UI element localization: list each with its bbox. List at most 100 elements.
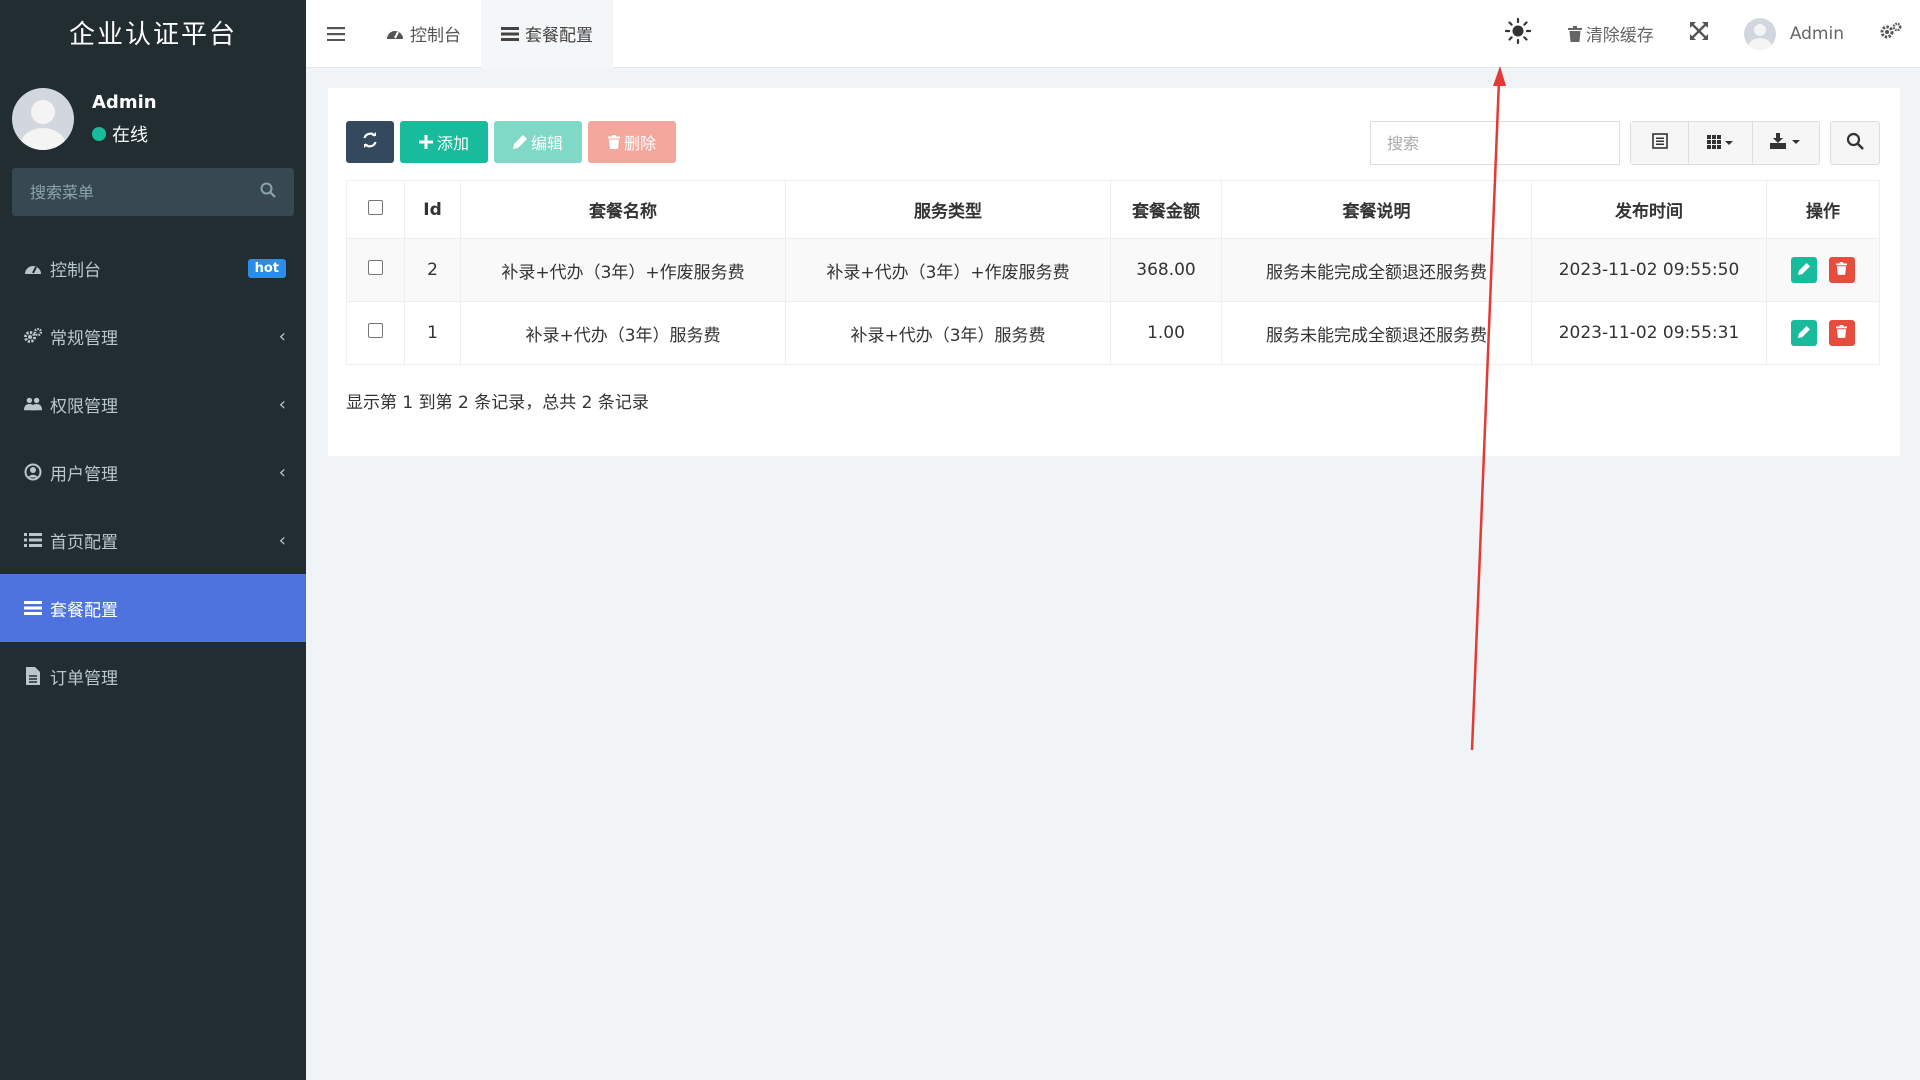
sidebar-item-general[interactable]: 常规管理 ‹: [0, 302, 306, 370]
search-icon[interactable]: [260, 182, 276, 202]
chevron-left-icon: ‹: [278, 461, 286, 483]
fullscreen-icon: [1689, 22, 1708, 45]
row-edit-button[interactable]: [1791, 320, 1818, 346]
select-all-checkbox[interactable]: [368, 199, 383, 215]
export-icon: [1770, 133, 1802, 153]
pencil-icon: [1798, 323, 1811, 343]
content-panel: 添加 编辑 删除 搜索 Id 套餐名称 服务类型 套餐金额 套餐说明 发布时间 …: [328, 88, 1900, 456]
row-checkbox[interactable]: [368, 323, 383, 338]
sidebar-item-orders[interactable]: 订单管理: [0, 642, 306, 710]
chevron-left-icon: ‹: [278, 529, 286, 551]
view-tool-group: [1630, 121, 1820, 165]
clear-cache-label: 清除缓存: [1585, 26, 1654, 46]
tab-package-config[interactable]: 套餐配置: [481, 0, 613, 68]
desc-cell: 服务未能完成全额退还服务费: [1221, 238, 1532, 302]
hot-badge: hot: [247, 258, 286, 278]
column-header[interactable]: 服务类型: [785, 180, 1111, 239]
trash-icon: [1567, 25, 1582, 42]
row-checkbox[interactable]: [368, 260, 383, 275]
row-edit-button[interactable]: [1791, 257, 1818, 283]
amount-cell: 368.00: [1110, 238, 1222, 302]
sidebar-item-label: 权限管理: [50, 396, 118, 417]
export-button[interactable]: [1753, 122, 1819, 164]
menu-search-input[interactable]: [30, 182, 230, 202]
add-label: 添加: [436, 136, 469, 153]
top-header: 控制台 套餐配置 清除缓存 Admin: [306, 0, 1920, 68]
id-cell: 2: [404, 238, 461, 302]
column-header[interactable]: 套餐说明: [1221, 180, 1532, 239]
sidebar-item-label: 首页配置: [50, 532, 118, 553]
user-name: Admin: [92, 91, 157, 113]
time-cell: 2023-11-02 09:55:50: [1531, 238, 1767, 302]
trash-icon: [1836, 323, 1848, 343]
fullscreen-button[interactable]: [1672, 0, 1726, 68]
hamburger-icon[interactable]: [306, 0, 366, 68]
column-header[interactable]: 发布时间: [1531, 180, 1767, 239]
refresh-button[interactable]: [346, 121, 394, 163]
add-button[interactable]: 添加: [400, 121, 488, 163]
type-cell: 补录+代办（3年）+作废服务费: [785, 238, 1111, 302]
edit-label: 编辑: [530, 136, 563, 153]
edit-button[interactable]: 编辑: [494, 121, 582, 163]
user-panel: Admin 在线: [0, 70, 306, 168]
clear-cache-button[interactable]: 清除缓存: [1550, 0, 1672, 68]
table-row[interactable]: 1 补录+代办（3年）服务费 补录+代办（3年）服务费 1.00 服务未能完成全…: [346, 301, 1880, 365]
sidebar-item-package-config[interactable]: 套餐配置: [0, 574, 306, 642]
id-cell: 1: [404, 301, 461, 365]
name-cell: 补录+代办（3年）服务费: [460, 301, 786, 365]
user-circle-icon: [24, 463, 42, 481]
card-view-button[interactable]: [1631, 122, 1689, 164]
row-select-cell: [346, 238, 405, 302]
user-info: Admin 在线: [92, 92, 157, 147]
menu-search: [12, 168, 294, 216]
sidebar-item-dashboard[interactable]: 控制台 hot: [0, 234, 306, 302]
header-right: 清除缓存 Admin: [1486, 0, 1920, 68]
row-select-cell: [346, 301, 405, 365]
type-cell: 补录+代办（3年）服务费: [785, 301, 1111, 365]
user-menu-name: Admin: [1789, 23, 1844, 44]
refresh-icon: [362, 131, 378, 153]
sidebar-item-users[interactable]: 用户管理 ‹: [0, 438, 306, 506]
sidebar-item-label: 用户管理: [50, 464, 118, 485]
delete-button[interactable]: 删除: [588, 121, 676, 163]
pagination-info: 显示第 1 到第 2 条记录，总共 2 条记录: [346, 393, 649, 413]
tab-dashboard[interactable]: 控制台: [366, 0, 481, 68]
theme-toggle-button[interactable]: [1486, 0, 1550, 68]
app-logo[interactable]: 企业认证平台: [0, 0, 306, 70]
pencil-icon: [512, 135, 527, 149]
column-header[interactable]: Id: [404, 180, 461, 239]
avatar: [12, 88, 74, 150]
row-delete-button[interactable]: [1828, 320, 1855, 346]
sidebar-item-permissions[interactable]: 权限管理 ‹: [0, 370, 306, 438]
tab-label: 套餐配置: [525, 26, 593, 46]
column-header[interactable]: 套餐名称: [460, 180, 786, 239]
settings-button[interactable]: [1862, 0, 1920, 68]
column-header[interactable]: 套餐金额: [1110, 180, 1222, 239]
search-icon: [1846, 132, 1864, 154]
sidebar-item-home-config[interactable]: 首页配置 ‹: [0, 506, 306, 574]
list-icon: [501, 26, 519, 41]
table-tools: [1370, 121, 1880, 165]
grid-icon: [1706, 134, 1735, 153]
sidebar-item-label: 控制台: [50, 260, 101, 281]
delete-label: 删除: [623, 136, 656, 153]
time-cell: 2023-11-02 09:55:31: [1531, 301, 1767, 365]
columns-toggle-button[interactable]: [1689, 122, 1753, 164]
sidebar-menu: 控制台 hot 常规管理 ‹ 权限管理 ‹ 用户管理 ‹ 首页配置 ‹ 套餐配置…: [0, 234, 306, 710]
gears-icon: [1880, 22, 1902, 45]
trash-icon: [607, 135, 620, 149]
advanced-search-button[interactable]: [1830, 121, 1880, 165]
user-menu[interactable]: Admin: [1726, 0, 1862, 68]
dashboard-icon: [386, 27, 404, 40]
search-input[interactable]: [1370, 121, 1620, 165]
table-row[interactable]: 2 补录+代办（3年）+作废服务费 补录+代办（3年）+作废服务费 368.00…: [346, 238, 1880, 302]
row-delete-button[interactable]: [1828, 257, 1855, 283]
online-dot-icon: [92, 126, 106, 141]
actions-cell: [1766, 238, 1880, 302]
table-header-row: Id 套餐名称 服务类型 套餐金额 套餐说明 发布时间 操作: [346, 180, 1880, 239]
sidebar-item-label: 常规管理: [50, 328, 118, 349]
name-cell: 补录+代办（3年）+作废服务费: [460, 238, 786, 302]
desc-cell: 服务未能完成全额退还服务费: [1221, 301, 1532, 365]
group-icon: [24, 396, 42, 412]
list-icon: [24, 601, 42, 615]
